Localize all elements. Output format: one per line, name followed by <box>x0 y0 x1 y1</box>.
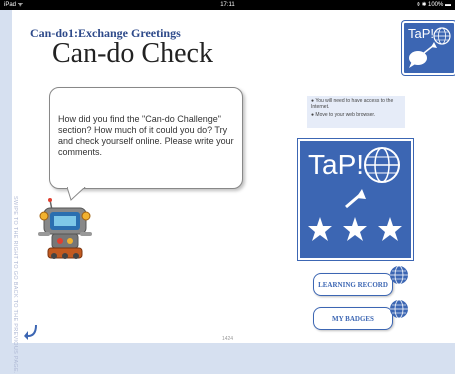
page-number: 1424 <box>221 336 234 342</box>
clock: 17:11 <box>220 2 235 8</box>
globe-icon <box>308 147 402 241</box>
my-badges-label: MY BADGES <box>332 314 374 323</box>
globe-icon <box>390 299 408 319</box>
tap-online-link[interactable]: TaP! <box>298 139 413 260</box>
battery-indicator: ⌽ ✱ 100% ▬ <box>416 2 451 8</box>
speech-bubble: How did you find the "Can-do Challenge" … <box>49 87 243 189</box>
tap-logo-small[interactable]: TaP! <box>402 21 455 75</box>
status-bar: iPad ᯤ 17:11 ⌽ ✱ 100% ▬ <box>0 0 455 10</box>
instruction-text: How did you find the "Can-do Challenge" … <box>58 114 234 157</box>
learning-record-label: LEARNING RECORD <box>318 280 388 289</box>
note-item: ● Move to your web browser. <box>311 112 376 118</box>
swipe-hint: SWIPE TO THE RIGHT TO GO BACK TO THE PRE… <box>0 196 30 374</box>
globe-icon <box>390 265 408 285</box>
swipe-hint-text: SWIPE TO THE RIGHT TO GO BACK TO THE PRE… <box>12 196 18 374</box>
notes-box: ● You will need to have access to the In… <box>307 96 405 128</box>
learning-record-button[interactable]: LEARNING RECORD <box>313 273 393 296</box>
robot-mascot-icon <box>38 198 92 259</box>
globe-icon <box>409 27 451 68</box>
my-badges-button[interactable]: MY BADGES <box>313 307 393 330</box>
page-title: Can-do Check <box>52 38 213 69</box>
note-item: ● You will need to have access to the In… <box>311 98 394 110</box>
